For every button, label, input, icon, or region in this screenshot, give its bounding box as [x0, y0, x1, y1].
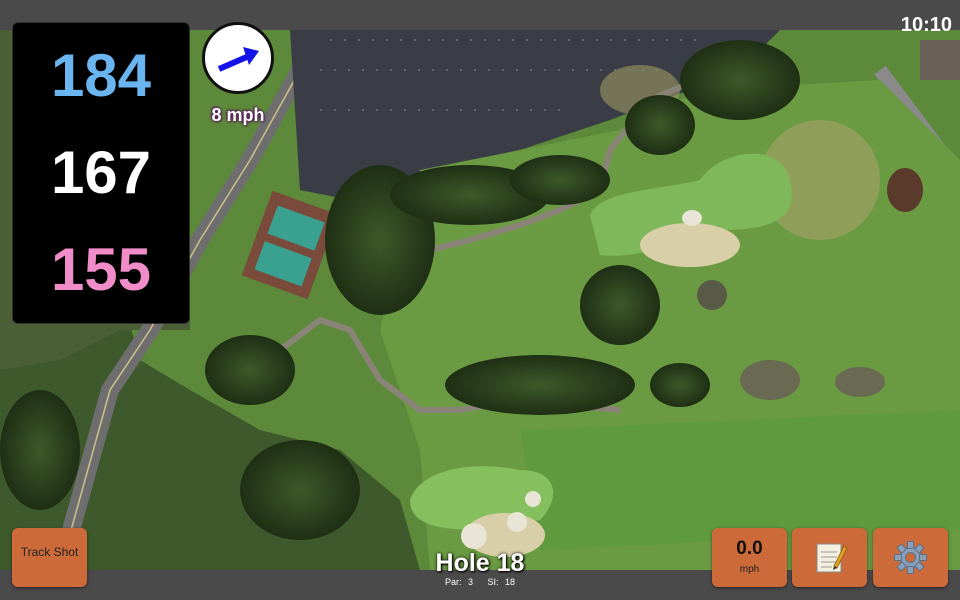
hole-stroke-index: SI: 18: [487, 577, 516, 587]
hole-info: Par: 3 SI: 18: [380, 577, 580, 587]
clock: 10:10: [900, 14, 952, 36]
track-shot-button[interactable]: Track Shot: [12, 528, 87, 587]
distance-middle: 167: [50, 139, 152, 206]
hole-title: Hole 18: [435, 549, 525, 577]
speed-button[interactable]: 0.0 mph: [712, 528, 787, 587]
notepad-icon: [816, 543, 848, 573]
settings-button[interactable]: [873, 528, 948, 587]
speed-value: 0.0: [736, 538, 763, 559]
gear-icon: [894, 541, 927, 574]
speed-unit: mph: [739, 564, 760, 575]
hole-par: Par: 3: [444, 577, 473, 587]
distance-back: 184: [50, 42, 152, 109]
wind-speed-label: 8 mph: [211, 105, 265, 125]
notes-button[interactable]: [792, 528, 867, 587]
wind-direction-arrow-icon: [217, 47, 259, 72]
wind-indicator: [202, 22, 274, 94]
distance-panel: 184 167 155: [12, 22, 190, 324]
distance-front: 155: [50, 236, 152, 303]
